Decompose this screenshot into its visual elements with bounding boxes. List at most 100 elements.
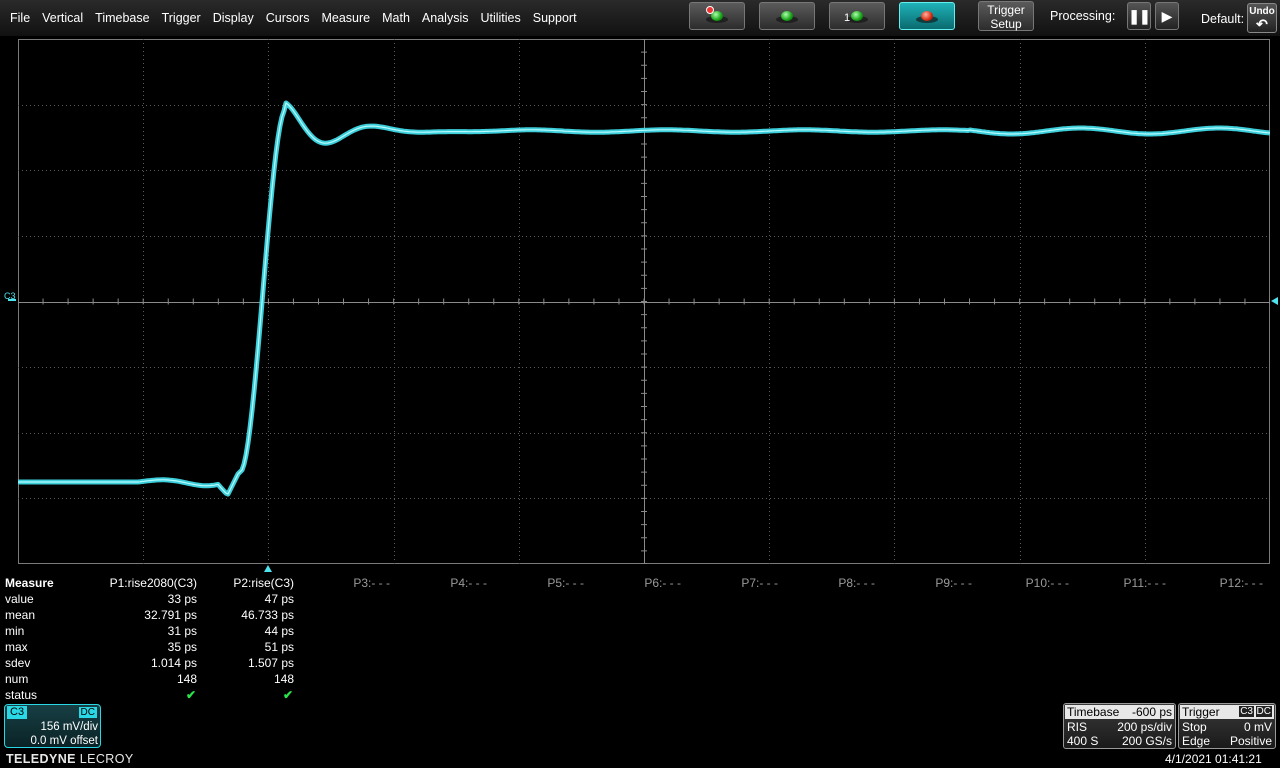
menu-trigger[interactable]: Trigger <box>156 11 207 25</box>
menu-bar: File Vertical Timebase Trigger Display Cursor… <box>0 0 1280 36</box>
trigger-slope: Positive <box>1229 734 1272 748</box>
date-time: 4/1/2021 01:41:21 <box>1165 752 1262 766</box>
menu-timebase[interactable]: Timebase <box>89 11 155 25</box>
trigger-setup-button[interactable]: Trigger Setup <box>978 1 1034 31</box>
trigger-descriptor[interactable]: Trigger C3 DC Stop 0 mV Edge Positive <box>1178 703 1276 749</box>
p2-mean: 46.733 ps <box>241 608 294 622</box>
p2-num: 148 <box>273 672 294 686</box>
menu-support[interactable]: Support <box>527 11 583 25</box>
c3-offset: 0.0 mV offset <box>30 735 98 747</box>
trigger-position-arrow-icon[interactable] <box>264 565 272 572</box>
p1-max: 35 ps <box>167 640 197 654</box>
play-icon: ▶ <box>1161 7 1173 24</box>
row-label: status <box>5 688 38 702</box>
row-label: mean <box>5 608 36 622</box>
trigger-type: Edge <box>1182 734 1211 748</box>
measure-row-sdev: sdev 1.014 ps 1.507 ps <box>0 656 1280 672</box>
menu-cursors[interactable]: Cursors <box>260 11 316 25</box>
p1-header[interactable]: P1:rise2080(C3) <box>110 576 197 590</box>
p2-sdev: 1.507 ps <box>247 656 294 670</box>
default-label: Default: <box>1201 12 1245 26</box>
trigger-setup-line1: Trigger <box>987 3 1025 17</box>
brand-logo: TELEDYNE LECROY <box>6 752 134 766</box>
timebase-mode: RIS <box>1067 720 1088 734</box>
measure-title: Measure <box>5 576 54 590</box>
p2-min: 44 ps <box>264 624 294 638</box>
measure-table: Measure P1:rise2080(C3) P2:rise(C3) P3:-… <box>0 574 1280 702</box>
p1-mean: 32.791 ps <box>144 608 197 622</box>
brand-right: LECROY <box>79 752 134 766</box>
p1-sdev: 1.014 ps <box>150 656 197 670</box>
timebase-tdiv: 200 ps/div <box>1117 720 1172 734</box>
c3-channel-descriptor[interactable]: C3 DC 156 mV/div 0.0 mV offset <box>4 704 101 748</box>
p6-header[interactable]: P6:- - - <box>644 576 681 590</box>
trigger-level: 0 mV <box>1243 720 1272 734</box>
trigger-title: Trigger <box>1182 705 1220 719</box>
toolbar-button-1[interactable] <box>689 2 745 30</box>
measure-header-row: Measure P1:rise2080(C3) P2:rise(C3) P3:-… <box>0 576 1280 592</box>
play-button[interactable]: ▶ <box>1155 2 1179 30</box>
menu-utilities[interactable]: Utilities <box>474 11 526 25</box>
c3-coupling-badge: DC <box>78 707 97 718</box>
p10-header[interactable]: P10:- - - <box>1026 576 1069 590</box>
measure-row-max: max 35 ps 51 ps <box>0 640 1280 656</box>
toolbar-button-3[interactable]: 1 <box>829 2 885 30</box>
led-marker-icon <box>706 6 728 24</box>
waveform-grid <box>18 39 1270 564</box>
trigger-coupling-badge: DC <box>1255 706 1272 717</box>
menu-display[interactable]: Display <box>207 11 260 25</box>
p11-header[interactable]: P11:- - - <box>1124 576 1166 590</box>
measure-row-status: status ✔ ✔ <box>0 688 1280 704</box>
p9-header[interactable]: P9:- - - <box>935 576 972 590</box>
p2-header[interactable]: P2:rise(C3) <box>233 576 294 590</box>
timebase-points: 400 S <box>1067 734 1099 748</box>
undo-arrow-icon: ↶ <box>1256 16 1268 32</box>
measure-row-mean: mean 32.791 ps 46.733 ps <box>0 608 1280 624</box>
trigger-level-arrow-icon[interactable] <box>1271 297 1278 305</box>
toolbar-button-4[interactable] <box>899 2 955 30</box>
p1-value: 33 ps <box>167 592 197 606</box>
p7-header[interactable]: P7:- - - <box>741 576 778 590</box>
p2-value: 47 ps <box>264 592 294 606</box>
p5-header[interactable]: P5:- - - <box>547 576 584 590</box>
toolbar-button-2[interactable] <box>759 2 815 30</box>
row-label: max <box>5 640 28 654</box>
timebase-title: Timebase <box>1067 705 1120 719</box>
p8-header[interactable]: P8:- - - <box>838 576 875 590</box>
trigger-mode: Stop <box>1182 720 1207 734</box>
row-label: num <box>5 672 29 686</box>
c3-tag: C3 <box>7 706 28 719</box>
timebase-sample-rate: 200 GS/s <box>1121 734 1172 748</box>
menu-vertical[interactable]: Vertical <box>36 11 89 25</box>
measure-row-num: num 148 148 <box>0 672 1280 688</box>
led-green-icon <box>776 8 798 24</box>
trigger-setup-line2: Setup <box>990 17 1022 31</box>
p12-header[interactable]: P12:- - - <box>1220 576 1263 590</box>
c3-offset-marker[interactable] <box>8 299 16 301</box>
timebase-header: Timebase -600 ps <box>1065 705 1174 719</box>
menu-analysis[interactable]: Analysis <box>416 11 475 25</box>
processing-label: Processing: <box>1050 9 1116 23</box>
undo-button[interactable]: Undo ↶ <box>1247 3 1277 33</box>
main-menu: File Vertical Timebase Trigger Display Cursor… <box>4 0 583 36</box>
led-red-icon <box>916 8 938 24</box>
p4-header[interactable]: P4:- - - <box>450 576 487 590</box>
menu-measure[interactable]: Measure <box>315 11 376 25</box>
pause-button[interactable]: ❚❚ <box>1127 2 1151 30</box>
brand-left: TELEDYNE <box>6 752 76 766</box>
timebase-delay: -600 ps <box>1131 705 1172 719</box>
row-label: sdev <box>5 656 31 670</box>
p1-min: 31 ps <box>167 624 197 638</box>
p2-max: 51 ps <box>264 640 294 654</box>
measure-row-min: min 31 ps 44 ps <box>0 624 1280 640</box>
p3-header[interactable]: P3:- - - <box>353 576 390 590</box>
p1-status-check-icon: ✔ <box>185 688 196 702</box>
timebase-descriptor[interactable]: Timebase -600 ps RIS 200 ps/div 400 S 20… <box>1063 703 1176 749</box>
row-label: value <box>5 592 34 606</box>
menu-math[interactable]: Math <box>376 11 416 25</box>
row-label: min <box>5 624 25 638</box>
c3-volts-per-div: 156 mV/div <box>40 721 98 733</box>
menu-file[interactable]: File <box>4 11 36 25</box>
waveform-display[interactable] <box>18 39 1270 564</box>
p2-status-check-icon: ✔ <box>282 688 293 702</box>
